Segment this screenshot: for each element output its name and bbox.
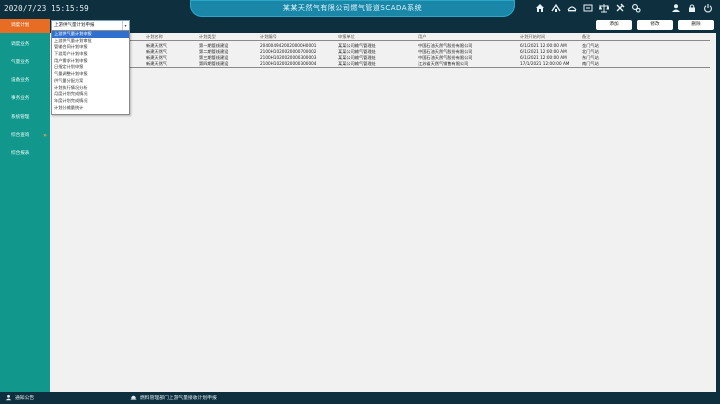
sidebar-item-reports[interactable]: 综合报表: [0, 147, 50, 161]
notice-label[interactable]: 通知公告: [15, 394, 34, 401]
sidebar-item-label: 设备业务: [11, 78, 30, 83]
header-bar: 2020/7/23 15:15:59 某某天然气有限公司燃气管道SCADA系统: [0, 0, 720, 19]
double-chevron-right-icon: »: [43, 132, 47, 139]
flow-icon[interactable]: [583, 3, 593, 13]
tools-icon[interactable]: [615, 3, 625, 13]
cell: 6/1/2021 12:00:00 AM: [520, 55, 567, 60]
dropdown-option[interactable]: 用户需求计划申报: [52, 58, 129, 65]
cell: 2040049420020000H0001: [260, 43, 317, 48]
cell: 17/1/2021 12:00:00 AM: [520, 61, 570, 66]
add-button[interactable]: 添加: [596, 20, 632, 30]
delete-button[interactable]: 删除: [678, 20, 714, 30]
sidebar-item-affairs[interactable]: 事务业务: [0, 92, 50, 106]
scale-icon[interactable]: [599, 3, 609, 13]
sidebar-item-label: 调度计划: [11, 23, 30, 28]
sidebar-item-label: 气量业务: [11, 60, 30, 65]
table-divider: [100, 67, 710, 68]
user-icon[interactable]: [671, 3, 681, 13]
datetime-display: 2020/7/23 15:15:59: [4, 4, 89, 13]
cell: 2100H1020020000300003: [260, 55, 317, 60]
pipeline-icon[interactable]: [551, 3, 561, 13]
sidebar-item-label: 综合报表: [11, 151, 30, 156]
status-bar: 通知公告 燃料管理部门上游气量接收计划申报: [0, 392, 720, 404]
sidebar-item-gas-volume[interactable]: 气量业务: [0, 56, 50, 70]
sidebar-item-query[interactable]: 综合查询 »: [0, 129, 50, 143]
user-icon: [5, 394, 12, 401]
sidebar-item-dispatch-plan[interactable]: 调度计划: [0, 19, 50, 33]
dropdown-option[interactable]: 上游供气量计划审批: [52, 38, 129, 45]
sidebar-item-system[interactable]: 系统管理: [0, 111, 50, 125]
dropdown-option[interactable]: 下游用户计划申报: [52, 51, 129, 58]
dropdown-option[interactable]: 年度计划完成情况: [52, 98, 129, 105]
dropdown-option[interactable]: 计划分输量统计: [52, 105, 129, 112]
dropdown-option[interactable]: 上游供气量计划申报: [52, 31, 129, 38]
home-icon[interactable]: [535, 3, 545, 13]
settings-icon[interactable]: [631, 3, 641, 13]
power-icon[interactable]: [703, 3, 713, 13]
sidebar-item-label: 系统管理: [11, 115, 30, 120]
cell: 6/1/2021 12:00:00 AM: [520, 49, 567, 54]
dropdown-option[interactable]: 气量调整计划申报: [52, 71, 129, 78]
plan-type-dropdown-list: 上游供气量计划申报 上游供气量计划审批 管输合同计划申报 下游用户计划申报 用户…: [51, 30, 130, 115]
dropdown-option[interactable]: 计划执行情况分析: [52, 85, 129, 92]
sidebar-item-equipment[interactable]: 设备业务: [0, 74, 50, 88]
plan-type-selected-value: 上游供气量计划申报: [54, 23, 95, 28]
cell: 2100H1020020000300004: [260, 61, 317, 66]
sidebar-item-label: 事务业务: [11, 96, 30, 101]
lock-icon[interactable]: [687, 3, 697, 13]
bridge-icon[interactable]: [567, 3, 577, 13]
notice-message[interactable]: 燃料管理部门上游气量接收计划申报: [140, 394, 217, 401]
system-title: 某某天然气有限公司燃气管道SCADA系统: [190, 0, 515, 17]
dropdown-option[interactable]: 管输合同计划申报: [52, 44, 129, 51]
cell: 6/1/2021 12:00:00 AM: [520, 43, 567, 48]
bell-icon: [130, 394, 137, 401]
cell: 2100H1020020000700002: [260, 49, 317, 54]
sidebar-item-label: 调度业务: [11, 42, 30, 47]
dropdown-option[interactable]: 供气量分配方案: [52, 78, 129, 85]
sidebar-item-label: 综合查询: [11, 133, 30, 138]
dropdown-option[interactable]: 日指定计划申报: [52, 64, 129, 71]
sidebar: 调度计划 调度业务 气量业务 设备业务 事务业务 系统管理 综合查询 » 综合报表: [0, 19, 50, 392]
right-border: [716, 19, 720, 392]
edit-button[interactable]: 修改: [637, 20, 673, 30]
sidebar-item-dispatch-business[interactable]: 调度业务: [0, 38, 50, 52]
chevron-down-icon[interactable]: ▾: [122, 21, 128, 30]
main-panel: [50, 19, 716, 392]
table-divider: [100, 40, 710, 41]
dropdown-option[interactable]: 月度计划完成情况: [52, 91, 129, 98]
